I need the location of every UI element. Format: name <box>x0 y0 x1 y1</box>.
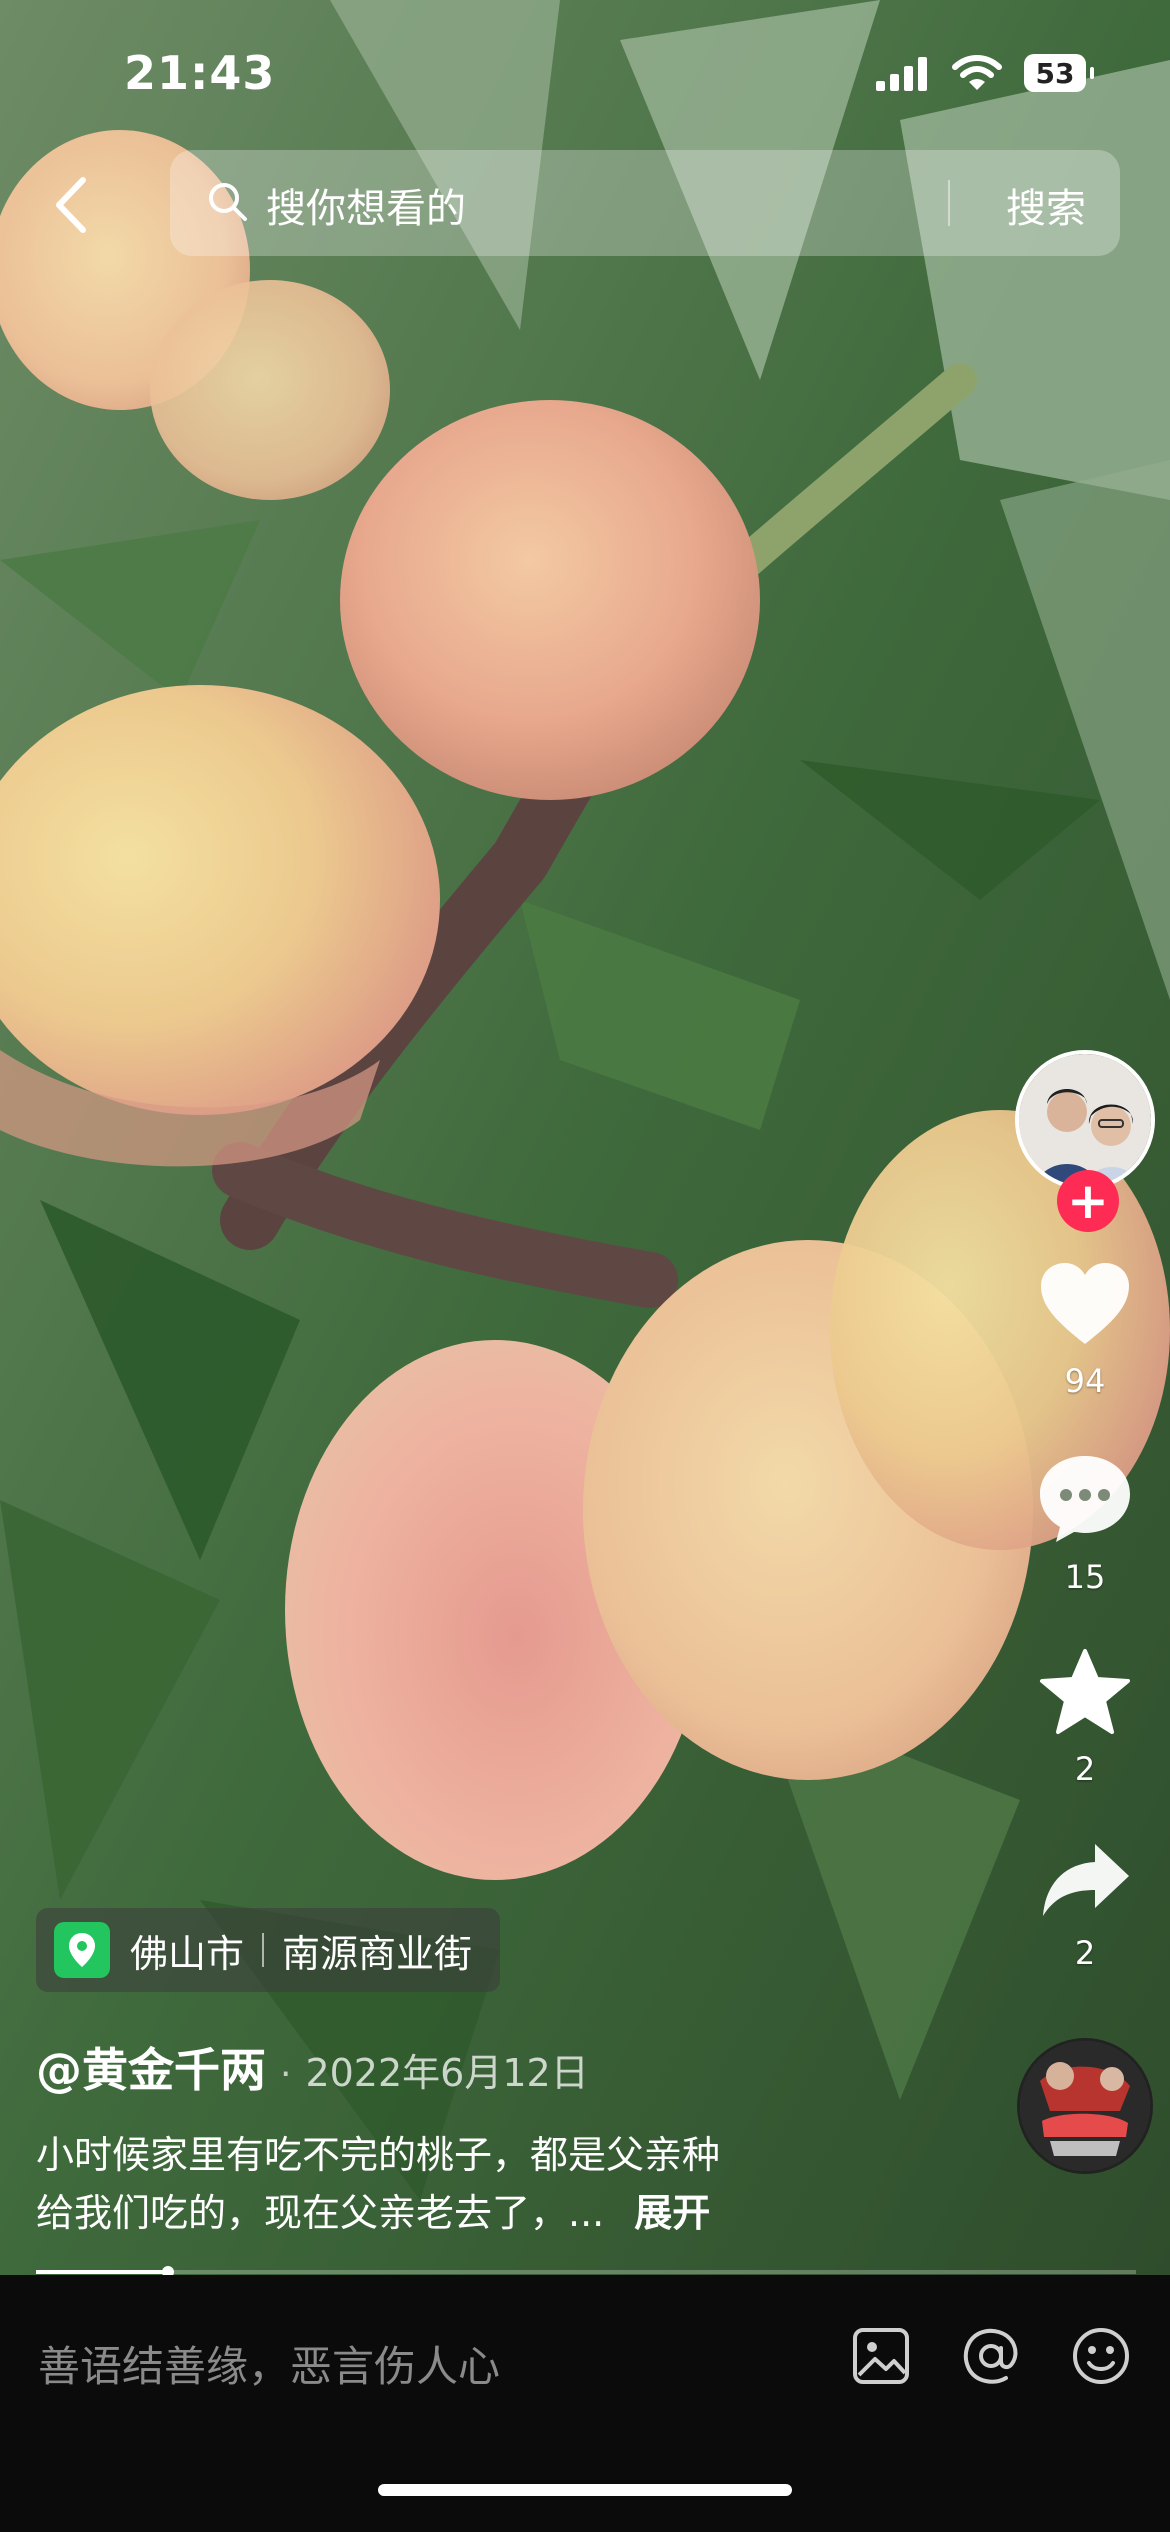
battery-icon: 53 <box>1024 54 1094 92</box>
comment-count: 15 <box>1064 1558 1106 1596</box>
share-icon <box>1043 1844 1129 1916</box>
progress-fill <box>36 2270 168 2274</box>
favorite-count: 2 <box>1074 1750 1096 1788</box>
location-tag[interactable]: 佛山市 南源商业街 <box>36 1908 501 1992</box>
search-input[interactable]: 搜你想看的 <box>266 176 466 234</box>
video-screen: 21:43 53 搜你想看的 搜索 + 94 15 2 2 佛山市 南源商业街 … <box>0 0 1170 2532</box>
signal-icon <box>876 57 927 91</box>
meta-separator: · <box>280 2054 292 2095</box>
post-date: 2022年6月12日 <box>305 2051 589 2095</box>
author-avatar[interactable] <box>1015 1050 1155 1190</box>
video-progress[interactable] <box>36 2266 1136 2278</box>
comment-action[interactable]: 15 <box>1010 1452 1160 1596</box>
back-icon <box>56 177 86 233</box>
action-rail: + 94 15 2 2 <box>1010 1050 1160 2174</box>
description-line-1: 小时候家里有吃不完的桃子，都是父亲种 <box>36 2133 721 2177</box>
comment-icon <box>1040 1456 1130 1542</box>
location-place: 南源商业街 <box>282 1931 473 1976</box>
wifi-icon <box>952 55 1002 90</box>
status-time: 21:43 <box>124 46 276 100</box>
search-bar[interactable]: 搜你想看的 搜索 <box>170 150 1120 256</box>
status-bar: 21:43 53 <box>0 0 1170 150</box>
comment-bar: 善语结善缘，恶言伤人心 <box>0 2275 1170 2532</box>
image-icon[interactable] <box>850 2325 912 2387</box>
favorite-action[interactable]: 2 <box>1010 1648 1160 1788</box>
mention-icon[interactable] <box>960 2325 1022 2387</box>
location-icon <box>69 1933 95 1967</box>
author-line: @黄金千两 · 2022年6月12日 <box>36 2034 589 2100</box>
description-line-2: 给我们吃的，现在父亲老去了，... <box>36 2191 605 2235</box>
location-divider <box>262 1933 265 1967</box>
share-count: 2 <box>1074 1934 1096 1972</box>
expand-button[interactable]: 展开 <box>634 2184 710 2242</box>
search-button[interactable]: 搜索 <box>1006 176 1086 234</box>
search-header: 搜你想看的 搜索 <box>0 150 1170 260</box>
star-icon <box>1040 1649 1130 1734</box>
author-name[interactable]: @黄金千两 <box>36 2034 266 2100</box>
home-indicator[interactable] <box>378 2484 792 2496</box>
share-action[interactable]: 2 <box>1010 1840 1160 1972</box>
like-action[interactable]: 94 <box>1010 1260 1160 1400</box>
like-count: 94 <box>1064 1362 1106 1400</box>
emoji-icon[interactable] <box>1070 2325 1132 2387</box>
music-disc[interactable] <box>1017 2038 1153 2174</box>
video-description[interactable]: 小时候家里有吃不完的桃子，都是父亲种 给我们吃的，现在父亲老去了，... 展开 <box>36 2126 906 2242</box>
comment-input[interactable]: 善语结善缘，恶言伤人心 <box>38 2333 500 2394</box>
location-city: 佛山市 <box>130 1931 245 1976</box>
follow-button[interactable]: + <box>1057 1170 1119 1232</box>
heart-icon <box>1041 1263 1129 1344</box>
back-button[interactable] <box>40 170 100 240</box>
search-icon <box>209 183 247 221</box>
search-divider <box>948 180 950 226</box>
